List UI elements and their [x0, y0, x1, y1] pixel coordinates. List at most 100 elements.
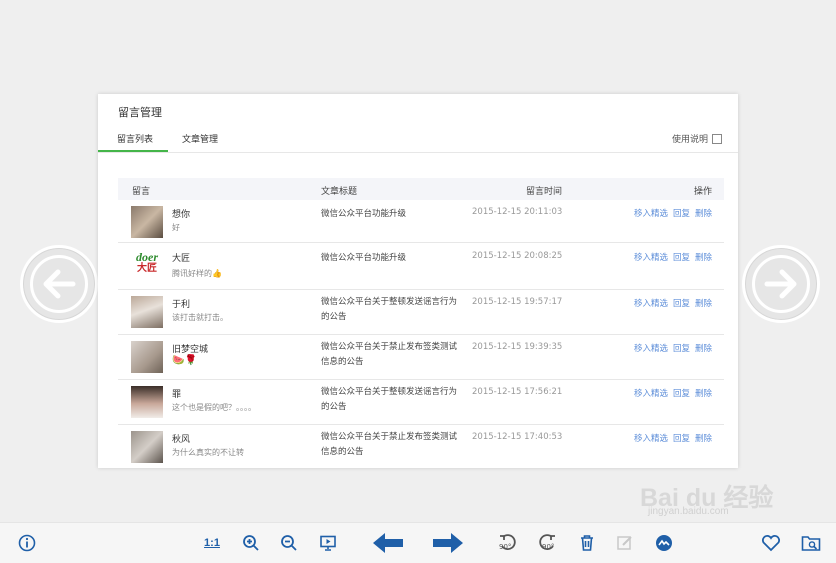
user-name[interactable]: 旧梦空城	[172, 342, 208, 355]
reply-link[interactable]: 回复	[673, 434, 690, 444]
move-to-featured-link[interactable]: 移入精选	[634, 434, 668, 444]
message-time: 2015-12-15 17:40:53	[472, 432, 563, 442]
next-button[interactable]	[430, 532, 466, 554]
watermark-url: jingyan.baidu.com	[648, 506, 729, 517]
message-text: 为什么真实的不让转	[172, 448, 244, 457]
move-to-featured-link[interactable]: 移入精选	[634, 389, 668, 399]
image-viewer-stage: 留言管理 留言列表 文章管理 使用说明 留言 文章标题 留言时间 操作 想你 好…	[0, 0, 836, 522]
message-text: 🍉🌹	[172, 355, 197, 366]
avatar[interactable]: doer 大匠	[131, 251, 163, 283]
slideshow-icon	[320, 535, 336, 551]
arrow-right-icon	[764, 269, 797, 299]
delete-link[interactable]: 删除	[695, 344, 712, 354]
message-text: 该打击就打击。	[172, 313, 228, 322]
delete-link[interactable]: 删除	[695, 299, 712, 309]
help-label: 使用说明	[671, 135, 708, 145]
delete-link[interactable]: 删除	[695, 389, 712, 399]
article-title[interactable]: 微信公众平台关于禁止发布签类测试信息的公告	[321, 340, 461, 370]
viewer-toolbar: 1:1 90° 90°	[0, 522, 836, 563]
rotate-left-button[interactable]: 90°	[497, 532, 519, 554]
edit-button[interactable]	[614, 532, 636, 554]
rotate-left-label: 90°	[499, 543, 512, 551]
previous-button[interactable]	[370, 532, 406, 554]
row-actions: 移入精选 回复 删除	[629, 207, 712, 219]
header-ops: 操作	[694, 187, 713, 197]
reply-link[interactable]: 回复	[673, 299, 690, 309]
row-actions: 移入精选 回复 删除	[629, 342, 712, 354]
table-row: 旧梦空城 🍉🌹 微信公众平台关于禁止发布签类测试信息的公告 2015-12-15…	[118, 335, 724, 380]
arrow-right-icon	[433, 533, 463, 553]
tab-article-management[interactable]: 文章管理	[182, 132, 218, 145]
user-name[interactable]: 想你	[172, 207, 190, 220]
actual-size-button[interactable]: 1:1	[200, 532, 224, 554]
reply-link[interactable]: 回复	[673, 209, 690, 219]
delete-link[interactable]: 删除	[695, 209, 712, 219]
info-button[interactable]	[16, 532, 38, 554]
move-to-featured-link[interactable]: 移入精选	[634, 344, 668, 354]
trash-icon	[581, 535, 593, 551]
zoom-out-icon	[281, 535, 297, 551]
avatar[interactable]	[131, 206, 163, 238]
page-title: 留言管理	[118, 106, 162, 119]
message-time: 2015-12-15 19:39:35	[472, 342, 563, 352]
next-image-button[interactable]	[742, 245, 820, 323]
avatar[interactable]	[131, 341, 163, 373]
avatar[interactable]	[131, 386, 163, 418]
zoom-in-button[interactable]	[240, 532, 262, 554]
article-title[interactable]: 微信公众平台关于整顿发送谣言行为的公告	[321, 295, 461, 325]
article-title[interactable]: 微信公众平台功能升级	[321, 207, 461, 222]
help-icon	[712, 133, 722, 144]
previous-image-button[interactable]	[20, 245, 98, 323]
info-icon	[18, 534, 36, 552]
header-time: 留言时间	[526, 187, 563, 197]
zoom-out-button[interactable]	[278, 532, 300, 554]
table-row: 想你 好 微信公众平台功能升级 2015-12-15 20:11:03 移入精选…	[118, 200, 724, 243]
table-row: doer 大匠 大匠 腾讯好样的👍 微信公众平台功能升级 2015-12-15 …	[118, 243, 724, 290]
move-to-featured-link[interactable]: 移入精选	[634, 253, 668, 263]
delete-link[interactable]: 删除	[695, 434, 712, 444]
user-name[interactable]: 秋风	[172, 432, 190, 445]
user-name[interactable]: 罪	[172, 387, 181, 400]
row-actions: 移入精选 回复 删除	[629, 297, 712, 309]
reply-link[interactable]: 回复	[673, 389, 690, 399]
message-time: 2015-12-15 17:56:21	[472, 387, 563, 397]
message-time: 2015-12-15 20:08:25	[472, 251, 563, 261]
row-actions: 移入精选 回复 删除	[629, 432, 712, 444]
message-text: 好	[172, 223, 180, 232]
article-title[interactable]: 微信公众平台功能升级	[321, 251, 461, 266]
article-title[interactable]: 微信公众平台关于禁止发布签类测试信息的公告	[321, 430, 461, 460]
active-tab-indicator	[98, 150, 168, 152]
header-article: 文章标题	[321, 187, 358, 197]
open-folder-button[interactable]	[800, 532, 822, 554]
reply-link[interactable]: 回复	[673, 344, 690, 354]
message-text: 这个也是假的吧？。。。。	[172, 403, 256, 412]
avatar-logo-brand: doer	[136, 250, 158, 264]
avatar-logo-sub: 大匠	[137, 263, 157, 274]
user-name[interactable]: 于利	[172, 297, 190, 310]
beautify-button[interactable]	[653, 532, 675, 554]
avatar[interactable]	[131, 431, 163, 463]
tab-message-list[interactable]: 留言列表	[117, 132, 153, 145]
avatar[interactable]	[131, 296, 163, 328]
edit-icon	[617, 536, 632, 550]
move-to-featured-link[interactable]: 移入精选	[634, 209, 668, 219]
message-time: 2015-12-15 20:11:03	[472, 207, 563, 217]
arrow-left-icon	[43, 269, 76, 299]
delete-button[interactable]	[576, 532, 598, 554]
message-time: 2015-12-15 19:57:17	[472, 297, 563, 307]
table-row: 于利 该打击就打击。 微信公众平台关于整顿发送谣言行为的公告 2015-12-1…	[118, 290, 724, 335]
message-text: 腾讯好样的👍	[172, 269, 222, 278]
table-row: 罪 这个也是假的吧？。。。。 微信公众平台关于整顿发送谣言行为的公告 2015-…	[118, 380, 724, 425]
actual-size-label: 1:1	[204, 537, 220, 549]
folder-search-icon	[801, 536, 821, 551]
rotate-right-button[interactable]: 90°	[536, 532, 558, 554]
delete-link[interactable]: 删除	[695, 253, 712, 263]
article-title[interactable]: 微信公众平台关于整顿发送谣言行为的公告	[321, 385, 461, 415]
slideshow-button[interactable]	[317, 532, 339, 554]
heart-icon	[762, 535, 780, 552]
favorite-button[interactable]	[760, 532, 782, 554]
user-name[interactable]: 大匠	[172, 251, 190, 264]
move-to-featured-link[interactable]: 移入精选	[634, 299, 668, 309]
help-link[interactable]: 使用说明	[672, 132, 722, 145]
reply-link[interactable]: 回复	[673, 253, 690, 263]
